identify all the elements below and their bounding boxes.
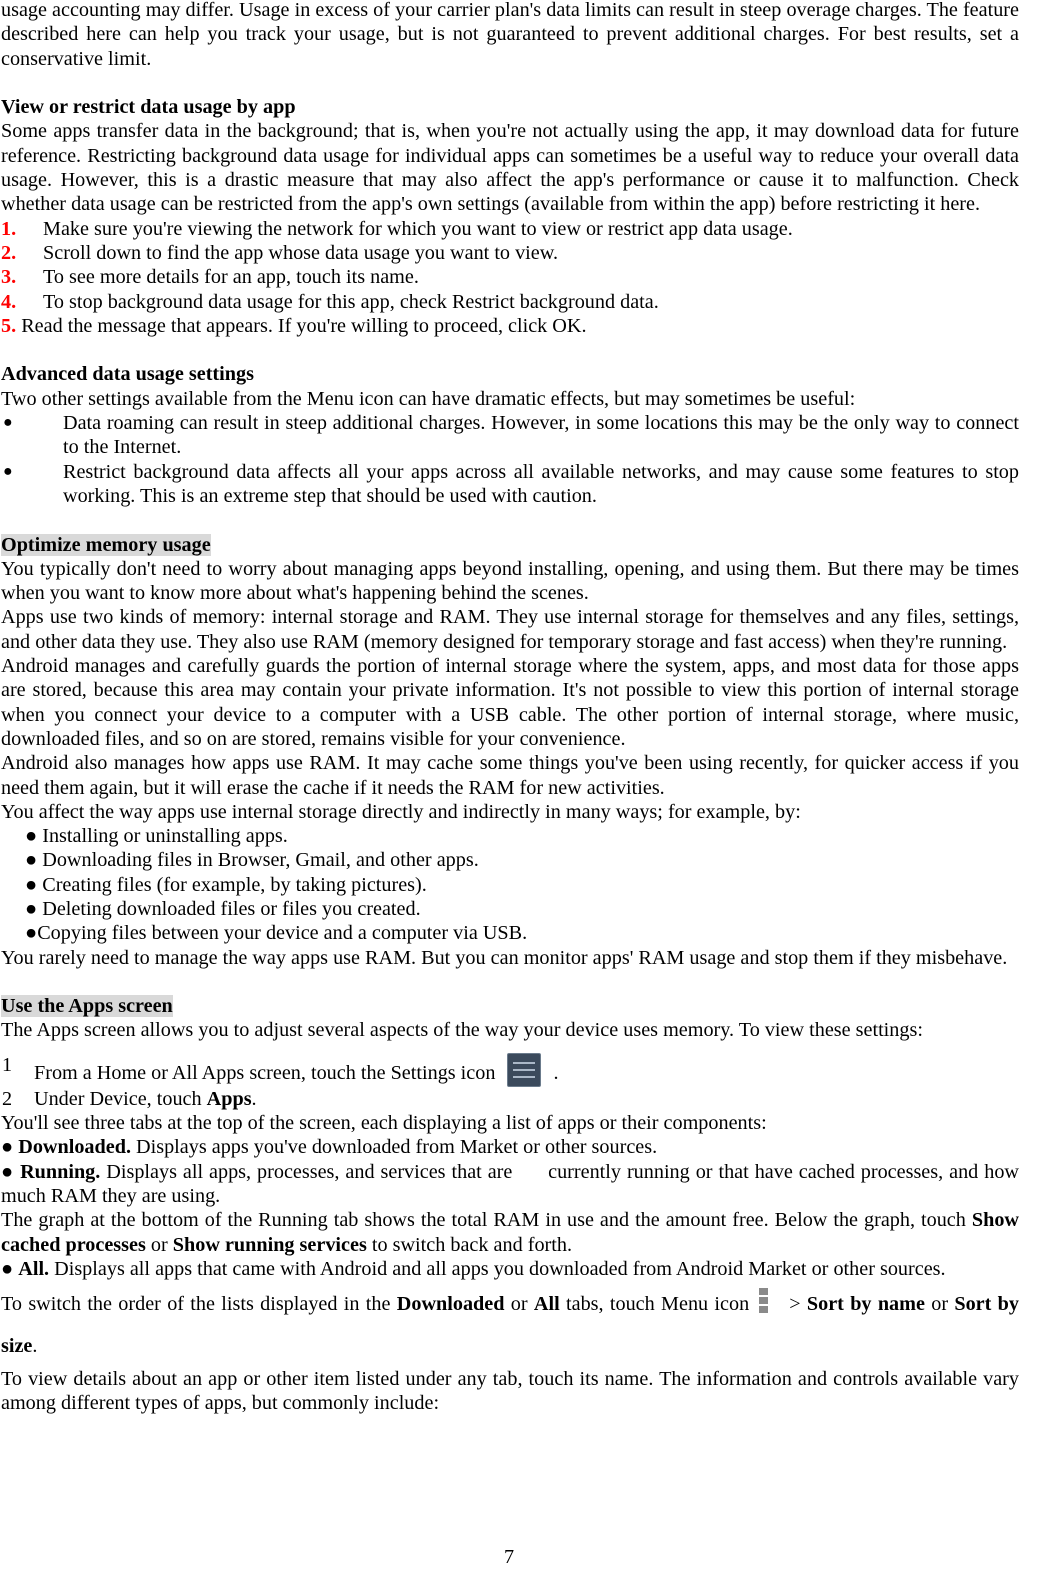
section-heading-advanced: Advanced data usage settings <box>1 363 254 386</box>
optimize-paragraph: Android manages and carefully guards the… <box>1 655 1019 750</box>
page-number: 7 <box>503 1546 515 1568</box>
list-item: ●Copying files between your device and a… <box>25 922 528 945</box>
advanced-intro: Two other settings available from the Me… <box>1 387 856 410</box>
step-number: 2 <box>2 1087 13 1110</box>
step-number: 5. <box>1 314 17 337</box>
step-number: 1 <box>2 1053 13 1076</box>
text: to switch back and forth. <box>366 1233 573 1256</box>
step-text: Scroll down to find the app whose data u… <box>43 241 559 264</box>
step-text: To stop background data usage for this a… <box>43 290 659 313</box>
step-text: Read the message that appears. If you're… <box>16 314 587 337</box>
tab-label: Running. <box>20 1160 101 1183</box>
graph-paragraph: The graph at the bottom of the Running t… <box>1 1208 1019 1257</box>
bullet-icon: ● <box>1 1160 21 1183</box>
optimize-paragraph: Android also manages how apps use RAM. I… <box>1 752 1019 799</box>
step-item: 4. To stop background data usage for thi… <box>1 290 1019 314</box>
bullet-icon: ● <box>3 462 13 480</box>
step-text: From a Home or All Apps screen, touch th… <box>34 1061 496 1084</box>
menu-icon <box>759 1288 769 1314</box>
step-item: 5. Read the message that appears. If you… <box>1 314 1019 338</box>
tab-desc-all: ● All. Displays all apps that came with … <box>1 1257 1019 1281</box>
all-label: All <box>533 1293 560 1316</box>
step-item: 2 Under Device, touch Apps. <box>1 1087 1019 1111</box>
document-page: usage accounting may differ. Usage in ex… <box>1 0 1019 1416</box>
text: tabs, touch Menu icon <box>559 1293 750 1316</box>
bullet-icon: ● <box>1 1136 19 1159</box>
sort-paragraph: To switch the order of the lists display… <box>1 1283 1019 1367</box>
tab-text: Displays apps you've downloaded from Mar… <box>131 1136 658 1159</box>
downloaded-label: Downloaded <box>396 1293 505 1316</box>
text: or <box>924 1293 955 1316</box>
apps-screen-intro: The Apps screen allows you to adjust sev… <box>1 1019 923 1042</box>
highlighted-heading: Use the Apps screen <box>1 995 173 1018</box>
step-item: 1 From a Home or All Apps screen, touch … <box>1 1052 1019 1087</box>
section-heading-view-restrict: View or restrict data usage by app <box>1 96 296 119</box>
view-restrict-body: Some apps transfer data in the backgroun… <box>1 120 1019 216</box>
bullet-item: ● Restrict background data affects all y… <box>1 460 1019 509</box>
step-suffix: . <box>251 1087 257 1110</box>
text: . <box>32 1335 38 1358</box>
step-text: To see more details for an app, touch it… <box>43 266 419 289</box>
bullet-item: ● Data roaming can result in steep addit… <box>1 411 1019 460</box>
tab-label: All. <box>18 1257 50 1280</box>
list-item: ● Deleting downloaded files or files you… <box>25 897 421 920</box>
show-running-services-label: Show running services <box>172 1233 367 1256</box>
bullet-text: Restrict background data affects all you… <box>63 460 1019 507</box>
tab-desc-running: ● Running. Displays all apps, processes,… <box>1 1160 1019 1209</box>
text: or <box>145 1233 173 1256</box>
tab-text: Displays all apps, processes, and servic… <box>1 1160 1025 1207</box>
settings-icon <box>507 1052 542 1087</box>
step-item: 3. To see more details for an app, touch… <box>1 265 1019 289</box>
step-number: 1. <box>1 217 17 240</box>
tab-label: Downloaded. <box>18 1136 131 1159</box>
list-item: ● Creating files (for example, by taking… <box>25 873 427 896</box>
step-suffix: . <box>553 1061 559 1084</box>
details-paragraph: To view details about an app or other it… <box>1 1368 1019 1415</box>
text: or <box>504 1293 534 1316</box>
step-number: 2. <box>1 241 17 264</box>
step-number: 3. <box>1 266 17 289</box>
list-item: ● Installing or uninstalling apps. <box>25 825 288 848</box>
highlighted-heading: Optimize memory usage <box>1 533 211 556</box>
text: > <box>789 1293 807 1316</box>
step-number: 4. <box>1 290 17 313</box>
optimize-paragraph: You affect the way apps use internal sto… <box>1 800 801 823</box>
step-text: Under Device, touch <box>34 1087 207 1110</box>
step-item: 2. Scroll down to find the app whose dat… <box>1 241 1019 265</box>
text: The graph at the bottom of the Running t… <box>1 1209 972 1232</box>
section-heading-apps-screen: Use the Apps screen <box>1 994 1019 1018</box>
sort-by-name-label: Sort by name <box>806 1293 925 1316</box>
text: To switch the order of the lists display… <box>1 1293 397 1316</box>
step-bold: Apps <box>206 1087 252 1110</box>
tab-text: Displays all apps that came with Android… <box>49 1257 946 1280</box>
optimize-paragraph: You typically don't need to worry about … <box>1 557 1019 605</box>
section-heading-optimize: Optimize memory usage <box>1 533 1019 557</box>
list-item: ● Downloading files in Browser, Gmail, a… <box>25 849 479 872</box>
step-text: Make sure you're viewing the network for… <box>43 217 793 240</box>
optimize-paragraph: Apps use two kinds of memory: internal s… <box>1 606 1019 653</box>
tab-desc-downloaded: ● Downloaded. Displays apps you've downl… <box>1 1135 1019 1159</box>
step-item: 1. Make sure you're viewing the network … <box>1 217 1019 241</box>
bullet-text: Data roaming can result in steep additio… <box>63 412 1019 459</box>
tabs-intro: You'll see three tabs at the top of the … <box>1 1112 767 1135</box>
intro-paragraph: usage accounting may differ. Usage in ex… <box>1 0 1019 70</box>
optimize-closing: You rarely need to manage the way apps u… <box>1 946 1008 969</box>
bullet-icon: ● <box>1 1257 19 1280</box>
bullet-icon: ● <box>3 414 13 432</box>
